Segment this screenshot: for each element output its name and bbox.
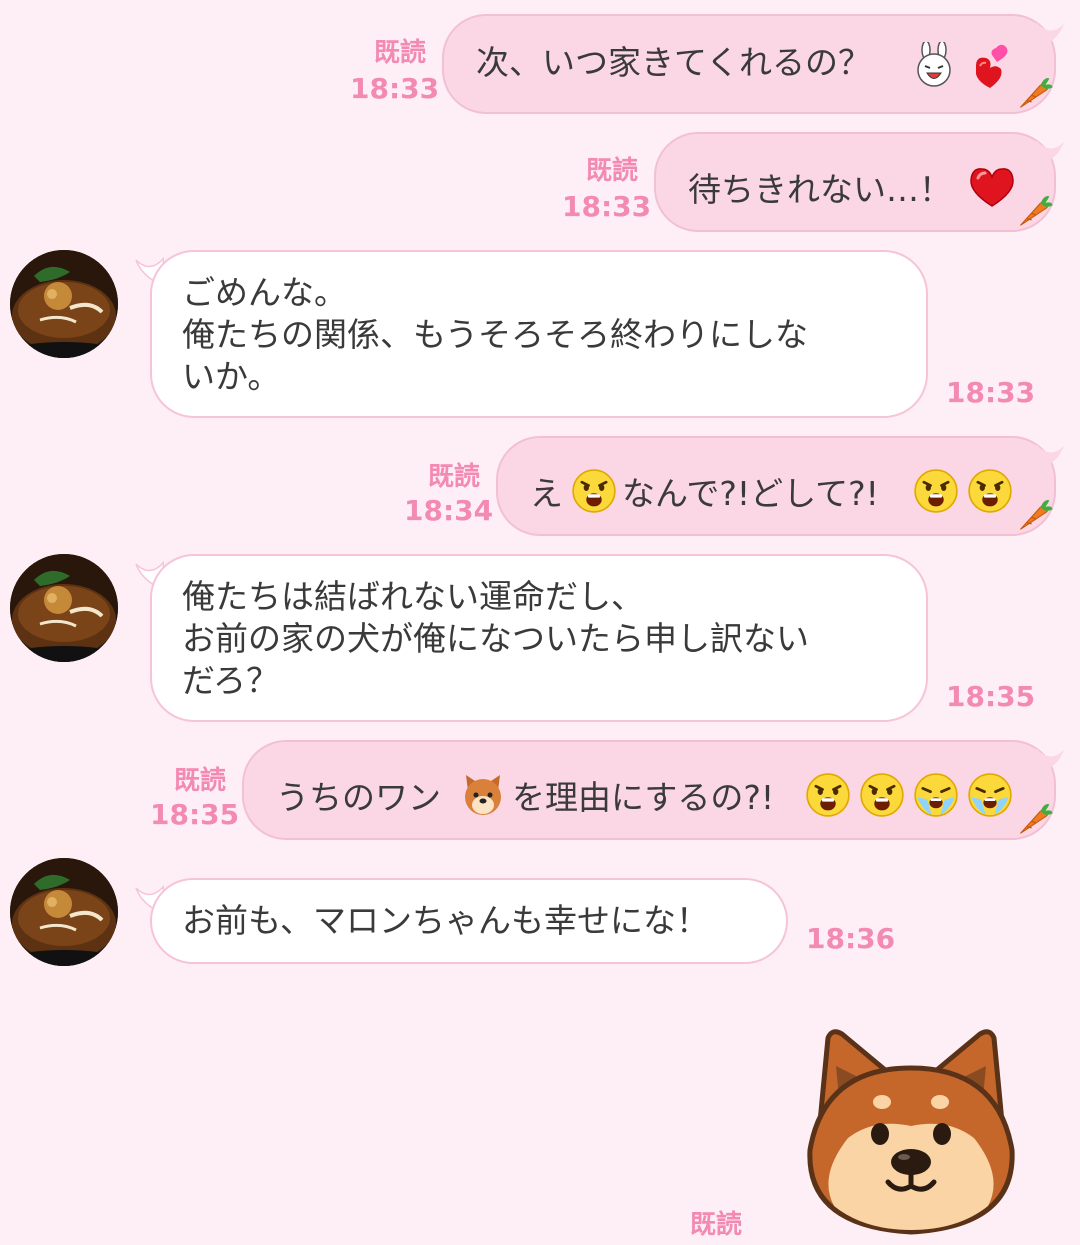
read-receipt: 既読 [585, 156, 638, 186]
message-bubble[interactable]: 待ちきれない…！ [654, 132, 1056, 232]
screaming-face-emoji [860, 773, 904, 817]
carrot-icon [1019, 77, 1054, 109]
curry-photo-avatar-image [10, 250, 118, 358]
message-bubble[interactable]: お前も、マロンちゃんも幸せにな！ [150, 878, 788, 964]
message-bubble[interactable]: ごめんな。 俺たちの関係、もうそろそろ終わりにしな いか。 [150, 250, 928, 418]
message-text: うちのワン [276, 778, 441, 817]
curry-photo-avatar-image [10, 858, 118, 966]
message-text: 俺たちは結ばれない運命だし、 お前の家の犬が俺になついたら申し訳ない だろ？ [182, 577, 809, 700]
read-receipt: 既読 [427, 462, 480, 492]
read-receipt: 既読 [173, 766, 226, 796]
avatar[interactable] [10, 250, 118, 358]
message-bubble[interactable]: え なんで?!どして?! [496, 436, 1056, 536]
screaming-face-emoji [806, 773, 850, 817]
carrot-icon [1019, 803, 1054, 835]
message-text: を理由にするの?! [512, 778, 775, 817]
message-time: 18:33 [946, 376, 1036, 409]
dog-face-emoji [465, 775, 501, 815]
avatar[interactable] [10, 858, 118, 966]
avatar[interactable] [10, 554, 118, 662]
bubble-tail [1036, 748, 1064, 774]
screaming-face-emoji [914, 469, 958, 513]
message-bubble[interactable]: うちのワン を理由にするの?! [242, 740, 1056, 840]
message-text: 次、いつ家きてくれるの？ [476, 43, 872, 82]
message-bubble[interactable]: 次、いつ家きてくれるの？ [442, 14, 1056, 114]
message-text: お前も、マロンちゃんも幸せにな！ [182, 901, 710, 940]
screaming-face-emoji [572, 469, 616, 513]
read-receipt: 既読 [373, 38, 426, 68]
message-time: 18:36 [806, 922, 896, 955]
screaming-face-emoji [968, 469, 1012, 513]
bubble-tail [1036, 140, 1064, 166]
message-time: 18:33 [350, 72, 440, 105]
message-text: 待ちきれない…！ [688, 170, 952, 209]
carrot-icon [1019, 195, 1054, 227]
bubble-tail [1036, 444, 1064, 470]
shiba-dog-sticker[interactable] [798, 1026, 1024, 1240]
red-heart-emoji [970, 168, 1014, 207]
message-time: 18:35 [946, 680, 1036, 713]
message-text: ごめんな。 俺たちの関係、もうそろそろ終わりにしな いか。 [182, 273, 809, 396]
message-text: なんで?!どして?! [622, 474, 879, 513]
read-receipt: 既読 [689, 1210, 742, 1240]
message-time: 18:33 [562, 190, 652, 223]
message-text: え [530, 474, 563, 513]
bubble-tail [1036, 22, 1064, 48]
carrot-icon [1019, 499, 1054, 531]
message-bubble[interactable]: 俺たちは結ばれない運命だし、 お前の家の犬が俺になついたら申し訳ない だろ？ [150, 554, 928, 722]
rabbit-face-emoji [917, 42, 951, 87]
curry-photo-avatar-image [10, 554, 118, 662]
pink-heart-emoji [976, 44, 1008, 88]
message-time: 18:34 [404, 494, 494, 527]
message-time: 18:35 [150, 798, 240, 831]
crying-face-emoji [914, 773, 958, 817]
crying-face-emoji [968, 773, 1012, 817]
